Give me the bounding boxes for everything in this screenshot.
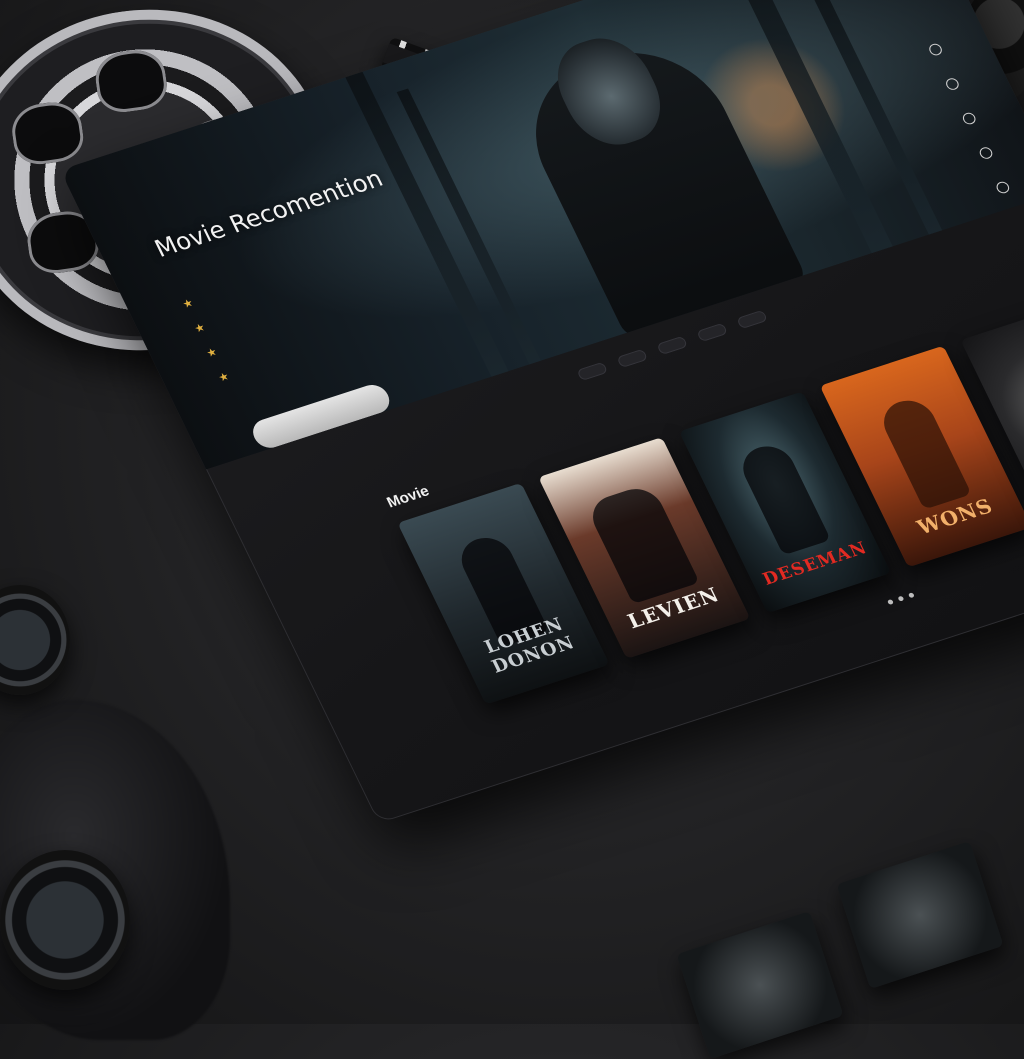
filter-chip[interactable] [696, 322, 729, 343]
feature-item: ★ [192, 318, 215, 336]
hero-side-item[interactable] [994, 178, 1016, 195]
circle-icon [927, 42, 944, 57]
hero-side-item[interactable] [960, 109, 983, 126]
section-title: Movie [384, 482, 433, 512]
feature-item: ★ [216, 367, 239, 385]
carousel-pager[interactable] [886, 592, 915, 606]
star-icon: ★ [192, 321, 208, 336]
reel-hole [8, 98, 87, 168]
filter-chip[interactable] [656, 335, 689, 356]
feature-item: ★ [180, 294, 203, 311]
hero-figure [505, 29, 810, 343]
star-icon: ★ [180, 297, 196, 311]
photo-card [836, 841, 1004, 989]
pager-dot[interactable] [886, 598, 894, 606]
photo-card [676, 911, 844, 1059]
pager-dot[interactable] [897, 595, 905, 602]
app-window: Movie Recomention ★ ★ ★ ★ Movie LOHEN DO… [60, 0, 1024, 824]
filter-chip[interactable] [616, 348, 649, 369]
reel-hole [92, 46, 170, 116]
poster-figure [734, 440, 831, 556]
hero-side-item[interactable] [927, 40, 949, 57]
star-icon: ★ [216, 370, 232, 385]
feature-item: ★ [204, 343, 227, 360]
film-canister [0, 585, 70, 695]
poster-figure [875, 394, 972, 510]
feature-list: ★ ★ ★ ★ [180, 294, 245, 398]
circle-icon [977, 145, 995, 161]
pager-dot[interactable] [907, 592, 915, 599]
cta-button[interactable] [247, 381, 395, 452]
filter-chip[interactable] [576, 361, 609, 382]
filter-chip[interactable] [736, 309, 769, 330]
page-title: Movie Recomention [150, 164, 388, 263]
circle-icon [944, 76, 961, 92]
hero-side-item[interactable] [944, 75, 966, 92]
film-canister [0, 850, 130, 990]
star-icon: ★ [204, 346, 220, 360]
circle-icon [960, 111, 978, 126]
hero-side-item[interactable] [977, 144, 1000, 161]
tree [345, 71, 509, 377]
poster-figure [584, 482, 700, 605]
circle-icon [994, 180, 1012, 195]
